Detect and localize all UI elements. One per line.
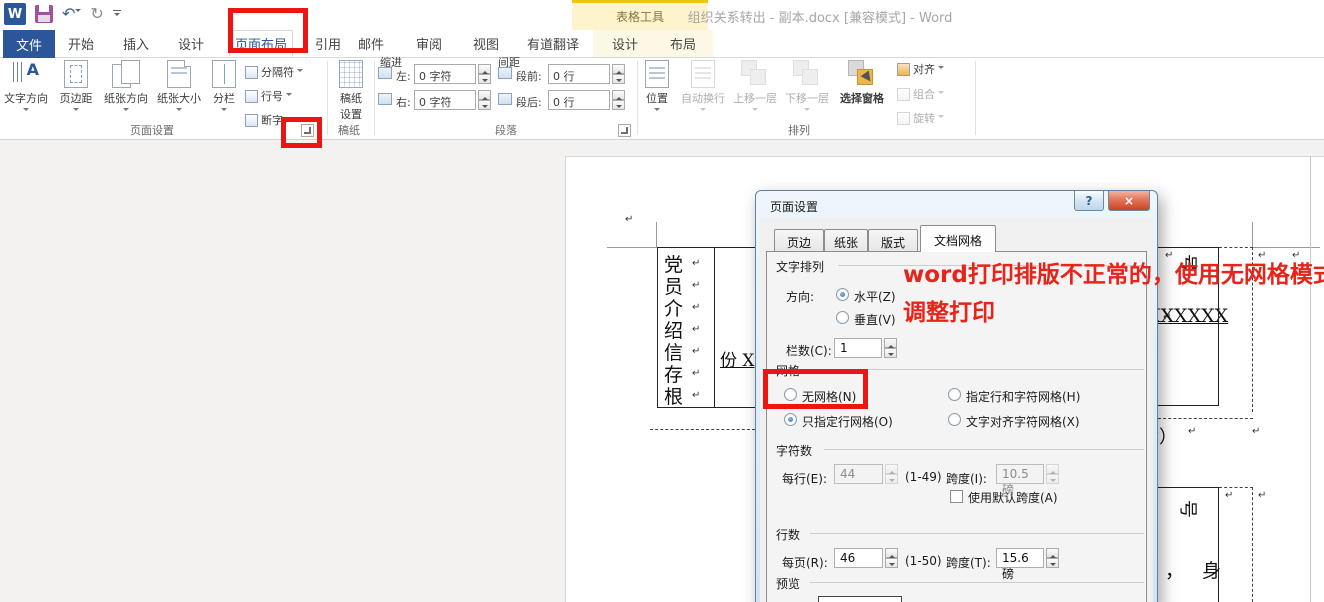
per-page-field[interactable]: 46 — [834, 548, 883, 568]
dashed-border — [1219, 487, 1253, 488]
direction-label: 方向: — [786, 288, 814, 305]
word-window: W ↶ ↻ 表格工具 组织关系转出 - 副本.docx [兼容模式] - Wor… — [0, 0, 1324, 602]
line-pitch-label: 跨度(T): — [946, 554, 991, 571]
line-pitch-spinner[interactable] — [1046, 548, 1059, 568]
table-border — [657, 247, 658, 408]
line-count-caption: 行数 — [776, 526, 800, 543]
page-right-margin-line — [1310, 156, 1311, 602]
paragraph-mark: ↵ — [692, 302, 700, 313]
radio-vertical-label[interactable]: 垂直(V) — [854, 311, 896, 328]
dialog-tab-layout[interactable]: 版式 — [868, 229, 918, 252]
caption-line — [824, 449, 1144, 450]
doc-text-fen: 份 X — [720, 346, 755, 371]
dialog-close-button[interactable]: × — [1108, 191, 1150, 211]
per-page-range: (1-50) — [905, 554, 942, 568]
radio-line-char-grid[interactable] — [948, 388, 961, 401]
table-border — [657, 247, 755, 248]
dashed-border — [1219, 247, 1253, 248]
columns-spinner[interactable] — [884, 338, 897, 358]
dialog-tab-document-grid[interactable]: 文档网格 — [920, 225, 996, 252]
paragraph-mark: ↵ — [1225, 490, 1233, 501]
radio-line-grid-only-label[interactable]: 只指定行网格(O) — [802, 413, 893, 430]
dialog-tab-margins[interactable]: 页边距 — [774, 229, 824, 252]
per-line-spinner — [885, 464, 898, 484]
preview-caption: 预览 — [776, 575, 800, 592]
preview-box — [818, 596, 902, 602]
radio-char-align-grid[interactable] — [948, 413, 961, 426]
table-border — [1218, 487, 1219, 602]
paragraph-mark: ↵ — [692, 258, 700, 269]
per-line-range: (1-49) — [905, 470, 942, 484]
paragraph-mark: ↵ — [1252, 426, 1260, 437]
annotation-box-dialog-launcher — [281, 117, 322, 148]
caption-line — [810, 533, 1144, 534]
margin-corner-mark — [656, 222, 657, 247]
dashed-boundary — [650, 429, 755, 430]
annotation-box-page-layout-tab — [228, 8, 308, 53]
radio-horizontal[interactable] — [836, 288, 849, 301]
table-border — [1158, 487, 1219, 488]
annotation-text-line1: word打印排版不正常的，使用无网格模式 — [903, 255, 1324, 289]
line-pitch-field[interactable]: 15.6 磅 — [996, 548, 1044, 568]
paragraph-mark: ↵ — [1258, 490, 1266, 501]
margin-corner-mark — [1252, 222, 1253, 247]
dashed-boundary — [1158, 418, 1253, 419]
char-pitch-label: 跨度(I): — [946, 470, 987, 487]
columns-label: 栏数(C): — [786, 342, 832, 359]
paragraph-mark: ↵ — [1188, 426, 1196, 437]
paragraph-mark: ↵ — [625, 214, 633, 225]
table-border — [714, 247, 715, 408]
radio-line-grid-only[interactable] — [784, 413, 797, 426]
char-count-caption: 字符数 — [776, 442, 812, 459]
paragraph-mark: ↵ — [692, 390, 700, 401]
radio-char-align-grid-label[interactable]: 文字对齐字符网格(X) — [966, 413, 1080, 430]
dialog-help-button[interactable]: ? — [1074, 191, 1104, 211]
caption-line — [810, 582, 1144, 583]
table-border — [1158, 405, 1219, 406]
annotation-text-line2: 调整打印 — [903, 293, 995, 327]
columns-field[interactable]: 1 — [834, 338, 882, 358]
per-page-spinner[interactable] — [885, 548, 898, 568]
radio-horizontal-label[interactable]: 水平(Z) — [854, 288, 896, 305]
doc-text-hao: 号 — [1176, 500, 1202, 518]
per-line-label: 每行(E): — [782, 470, 827, 487]
annotation-box-no-grid-option — [763, 369, 868, 409]
vertical-heading-char: 根 — [664, 382, 683, 409]
radio-vertical[interactable] — [836, 311, 849, 324]
text-flow-caption: 文字排列 — [776, 258, 824, 275]
paragraph-mark: ↵ — [692, 324, 700, 335]
default-pitch-label[interactable]: 使用默认跨度(A) — [968, 489, 1058, 506]
dashed-border — [1252, 487, 1253, 602]
default-pitch-checkbox[interactable] — [950, 490, 963, 503]
radio-line-char-grid-label[interactable]: 指定行和字符网格(H) — [966, 388, 1080, 405]
char-pitch-field: 10.5 磅 — [996, 464, 1044, 484]
per-line-field: 44 — [834, 464, 883, 484]
paragraph-mark: ↵ — [692, 346, 700, 357]
char-pitch-spinner — [1046, 464, 1059, 484]
dialog-title: 页面设置 — [770, 198, 818, 215]
dialog-tab-paper[interactable]: 纸张 — [824, 229, 868, 252]
margin-corner-mark — [607, 247, 657, 248]
paragraph-mark: ↵ — [692, 368, 700, 379]
table-border — [1158, 247, 1219, 248]
per-page-label: 每页(R): — [782, 554, 828, 571]
paragraph-mark: ↵ — [692, 280, 700, 291]
doc-text-xxxxxx: XXXXXX — [1147, 305, 1228, 327]
